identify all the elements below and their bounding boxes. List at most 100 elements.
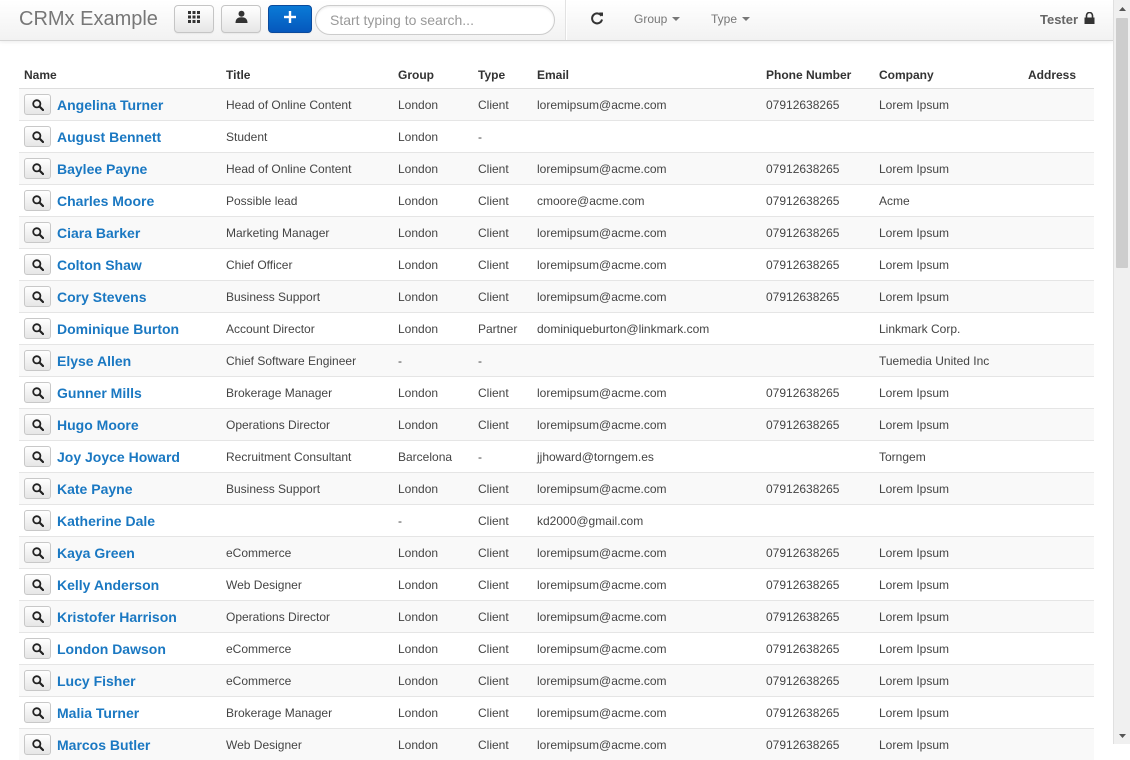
column-header-email[interactable]: Email (532, 62, 761, 89)
view-contact-button[interactable] (24, 542, 51, 563)
contact-name-link[interactable]: Hugo Moore (57, 417, 139, 433)
table-row[interactable]: Colton ShawChief OfficerLondonClientlore… (19, 249, 1094, 281)
cell-type: Client (473, 569, 532, 601)
table-row[interactable]: Cory StevensBusiness SupportLondonClient… (19, 281, 1094, 313)
view-contact-button[interactable] (24, 702, 51, 723)
table-row[interactable]: Kaya GreeneCommerceLondonClientloremipsu… (19, 537, 1094, 569)
contact-name-link[interactable]: Kate Payne (57, 481, 132, 497)
table-row[interactable]: Gunner MillsBrokerage ManagerLondonClien… (19, 377, 1094, 409)
contact-name-link[interactable]: Baylee Payne (57, 161, 147, 177)
contact-name-link[interactable]: Marcos Butler (57, 737, 150, 753)
view-contact-button[interactable] (24, 126, 51, 147)
contact-name-link[interactable]: Malia Turner (57, 705, 139, 721)
table-row[interactable]: Katherine Dale-Clientkd2000@gmail.com (19, 505, 1094, 537)
contact-name-link[interactable]: Katherine Dale (57, 513, 155, 529)
view-contact-button[interactable] (24, 606, 51, 627)
column-header-name[interactable]: Name (19, 62, 221, 89)
cell-phone: 07912638265 (761, 185, 874, 217)
cell-email: loremipsum@acme.com (532, 249, 761, 281)
table-row[interactable]: Kelly AndersonWeb DesignerLondonClientlo… (19, 569, 1094, 601)
cell-company: Lorem Ipsum (874, 153, 1023, 185)
group-dropdown[interactable]: Group (634, 12, 680, 26)
table-row[interactable]: Ciara BarkerMarketing ManagerLondonClien… (19, 217, 1094, 249)
app-brand[interactable]: CRMx Example (19, 8, 158, 31)
scroll-down-arrow[interactable] (1114, 727, 1130, 744)
search-input[interactable] (315, 5, 555, 35)
table-row[interactable]: Kate PayneBusiness SupportLondonClientlo… (19, 473, 1094, 505)
table-row[interactable]: August BennettStudentLondon- (19, 121, 1094, 153)
column-header-type[interactable]: Type (473, 62, 532, 89)
scrollbar-thumb[interactable] (1116, 18, 1128, 268)
type-dropdown[interactable]: Type (711, 12, 750, 26)
view-contact-button[interactable] (24, 638, 51, 659)
view-contact-button[interactable] (24, 734, 51, 755)
cell-company: Lorem Ipsum (874, 281, 1023, 313)
caret-down-icon (672, 17, 680, 21)
add-contact-button[interactable] (268, 5, 312, 33)
contact-name-link[interactable]: Kristofer Harrison (57, 609, 177, 625)
view-contact-button[interactable] (24, 222, 51, 243)
view-contact-button[interactable] (24, 446, 51, 467)
view-contact-button[interactable] (24, 478, 51, 499)
table-row[interactable]: Charles MoorePossible leadLondonClientcm… (19, 185, 1094, 217)
view-contact-button[interactable] (24, 510, 51, 531)
contact-name-link[interactable]: Ciara Barker (57, 225, 140, 241)
contact-name-link[interactable]: Kaya Green (57, 545, 135, 561)
user-menu[interactable]: Tester (1040, 12, 1095, 27)
view-contact-button[interactable] (24, 670, 51, 691)
contact-name-link[interactable]: Dominique Burton (57, 321, 179, 337)
view-contact-button[interactable] (24, 158, 51, 179)
column-header-group[interactable]: Group (393, 62, 473, 89)
table-row[interactable]: Marcos ButlerWeb DesignerLondonClientlor… (19, 729, 1094, 760)
cell-type: Client (473, 409, 532, 441)
contact-name-link[interactable]: Angelina Turner (57, 97, 163, 113)
column-header-company[interactable]: Company (874, 62, 1023, 89)
table-row[interactable]: Malia TurnerBrokerage ManagerLondonClien… (19, 697, 1094, 729)
name-cell-content: Baylee Payne (24, 158, 216, 179)
view-contact-button[interactable] (24, 350, 51, 371)
contact-name-link[interactable]: Colton Shaw (57, 257, 142, 273)
contact-name-link[interactable]: Elyse Allen (57, 353, 131, 369)
cell-type: Client (473, 281, 532, 313)
cell-group: London (393, 249, 473, 281)
grid-view-button[interactable] (174, 5, 214, 33)
name-cell-content: August Bennett (24, 126, 216, 147)
scroll-up-arrow[interactable] (1114, 0, 1130, 17)
contact-name-link[interactable]: Joy Joyce Howard (57, 449, 180, 465)
cell-group: London (393, 537, 473, 569)
contact-name-link[interactable]: Lucy Fisher (57, 673, 136, 689)
table-row[interactable]: Lucy FishereCommerceLondonClientloremips… (19, 665, 1094, 697)
view-contact-button[interactable] (24, 574, 51, 595)
view-contact-button[interactable] (24, 254, 51, 275)
view-contact-button[interactable] (24, 414, 51, 435)
table-row[interactable]: Baylee PayneHead of Online ContentLondon… (19, 153, 1094, 185)
view-contact-button[interactable] (24, 190, 51, 211)
cell-group: London (393, 153, 473, 185)
cell-email: loremipsum@acme.com (532, 281, 761, 313)
contact-name-link[interactable]: Cory Stevens (57, 289, 146, 305)
view-contact-button[interactable] (24, 94, 51, 115)
contact-name-link[interactable]: Charles Moore (57, 193, 154, 209)
table-row[interactable]: Angelina TurnerHead of Online ContentLon… (19, 89, 1094, 121)
refresh-button[interactable] (587, 11, 607, 29)
column-header-address[interactable]: Address (1023, 62, 1094, 89)
table-row[interactable]: Kristofer HarrisonOperations DirectorLon… (19, 601, 1094, 633)
contact-name-link[interactable]: Gunner Mills (57, 385, 142, 401)
vertical-scrollbar[interactable] (1113, 0, 1130, 744)
table-row[interactable]: Joy Joyce HowardRecruitment ConsultantBa… (19, 441, 1094, 473)
contact-name-link[interactable]: August Bennett (57, 129, 161, 145)
table-row[interactable]: Elyse AllenChief Software Engineer--Tuem… (19, 345, 1094, 377)
table-row[interactable]: London DawsoneCommerceLondonClientloremi… (19, 633, 1094, 665)
cell-email (532, 345, 761, 377)
contact-name-link[interactable]: London Dawson (57, 641, 166, 657)
view-contact-button[interactable] (24, 382, 51, 403)
table-row[interactable]: Dominique BurtonAccount DirectorLondonPa… (19, 313, 1094, 345)
table-row[interactable]: Hugo MooreOperations DirectorLondonClien… (19, 409, 1094, 441)
view-contact-button[interactable] (24, 318, 51, 339)
contacts-view-button[interactable] (221, 5, 261, 33)
name-cell-content: Colton Shaw (24, 254, 216, 275)
view-contact-button[interactable] (24, 286, 51, 307)
column-header-phone[interactable]: Phone Number (761, 62, 874, 89)
contact-name-link[interactable]: Kelly Anderson (57, 577, 159, 593)
column-header-title[interactable]: Title (221, 62, 393, 89)
